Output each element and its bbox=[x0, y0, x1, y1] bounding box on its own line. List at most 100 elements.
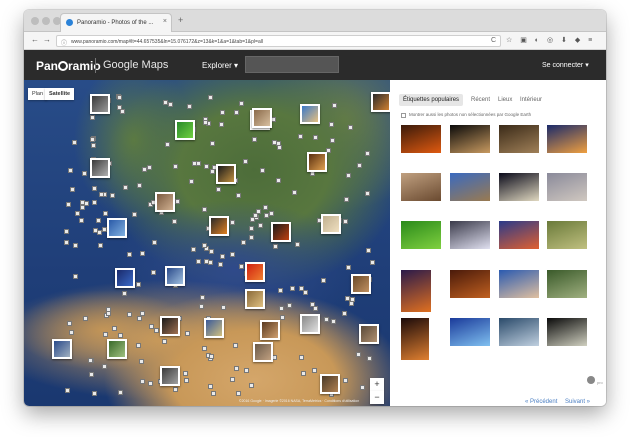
map-photo-thumbnail[interactable] bbox=[307, 152, 327, 172]
photo-marker[interactable] bbox=[101, 363, 107, 369]
photo-marker[interactable] bbox=[66, 201, 72, 207]
map-photo-thumbnail[interactable] bbox=[245, 289, 265, 309]
photo-marker[interactable] bbox=[91, 185, 97, 191]
photo-marker[interactable] bbox=[218, 121, 224, 127]
photo-marker[interactable] bbox=[121, 291, 127, 297]
photo-marker[interactable] bbox=[65, 387, 71, 393]
map-photo-thumbnail[interactable] bbox=[245, 262, 265, 282]
sidebar-photo[interactable] bbox=[547, 270, 587, 298]
map-photo-thumbnail[interactable] bbox=[209, 216, 229, 236]
forward-icon[interactable]: → bbox=[43, 35, 51, 44]
photo-marker[interactable] bbox=[347, 125, 353, 131]
sidebar-photo[interactable] bbox=[401, 173, 441, 201]
photo-marker[interactable] bbox=[153, 328, 159, 334]
photo-marker[interactable] bbox=[139, 359, 145, 365]
sidebar-photo[interactable] bbox=[547, 318, 587, 346]
photo-marker[interactable] bbox=[103, 331, 109, 337]
photo-marker[interactable] bbox=[332, 102, 338, 108]
photo-marker[interactable] bbox=[230, 220, 236, 226]
photo-marker[interactable] bbox=[301, 371, 307, 377]
photo-marker[interactable] bbox=[343, 197, 349, 203]
next-page-link[interactable]: Suivant » bbox=[565, 399, 590, 405]
photo-marker[interactable] bbox=[209, 140, 215, 146]
photo-marker[interactable] bbox=[277, 144, 283, 150]
photo-marker[interactable] bbox=[88, 358, 94, 364]
sidebar-photo[interactable] bbox=[499, 125, 539, 153]
photo-marker[interactable] bbox=[106, 311, 112, 317]
photo-marker[interactable] bbox=[208, 384, 214, 390]
photo-marker[interactable] bbox=[110, 192, 116, 198]
sidebar-photo[interactable] bbox=[547, 173, 587, 201]
photo-marker[interactable] bbox=[75, 210, 81, 216]
photo-marker[interactable] bbox=[173, 387, 179, 393]
photo-marker[interactable] bbox=[80, 204, 86, 210]
close-window-icon[interactable] bbox=[31, 17, 39, 25]
photo-marker[interactable] bbox=[272, 243, 278, 249]
photo-marker[interactable] bbox=[312, 368, 317, 374]
map-photo-thumbnail[interactable] bbox=[320, 374, 340, 394]
photo-marker[interactable] bbox=[136, 343, 142, 349]
sidebar-photo[interactable] bbox=[401, 221, 441, 249]
photo-marker[interactable] bbox=[286, 303, 292, 309]
map-photo-thumbnail[interactable] bbox=[351, 274, 371, 294]
reload-icon[interactable]: C bbox=[491, 37, 496, 44]
photo-marker[interactable] bbox=[211, 391, 217, 397]
sidebar-photo[interactable] bbox=[499, 221, 539, 249]
photo-marker[interactable] bbox=[105, 306, 111, 312]
photo-marker[interactable] bbox=[219, 109, 225, 115]
photo-marker[interactable] bbox=[147, 165, 153, 170]
photo-marker[interactable] bbox=[99, 192, 105, 198]
photo-marker[interactable] bbox=[349, 301, 355, 307]
show-unselected-checkbox[interactable] bbox=[401, 113, 406, 118]
photo-marker[interactable] bbox=[202, 207, 208, 213]
photo-marker[interactable] bbox=[89, 371, 95, 377]
tab-close-icon[interactable]: × bbox=[163, 18, 167, 25]
photo-marker[interactable] bbox=[248, 226, 254, 232]
map-type-satellite-button[interactable]: Satellite bbox=[45, 88, 75, 100]
photo-marker[interactable] bbox=[234, 365, 240, 371]
photo-marker[interactable] bbox=[243, 158, 249, 164]
tab-popular-tags[interactable]: Étiquettes populaires bbox=[399, 94, 464, 106]
sidebar-photo[interactable] bbox=[450, 173, 490, 201]
photo-marker[interactable] bbox=[257, 223, 263, 229]
photo-marker[interactable] bbox=[341, 310, 347, 316]
photo-marker[interactable] bbox=[117, 389, 123, 395]
photo-marker[interactable] bbox=[269, 211, 275, 217]
photo-marker[interactable] bbox=[216, 186, 222, 192]
tab-indoor[interactable]: Intérieur bbox=[520, 94, 542, 106]
photo-marker[interactable] bbox=[208, 248, 214, 254]
photo-marker[interactable] bbox=[260, 168, 266, 174]
photo-marker[interactable] bbox=[357, 162, 363, 168]
photo-marker[interactable] bbox=[209, 353, 215, 359]
photo-marker[interactable] bbox=[220, 304, 226, 310]
explorer-menu[interactable]: Explorer ▾ bbox=[202, 61, 238, 70]
photo-marker[interactable] bbox=[263, 212, 269, 218]
photo-marker[interactable] bbox=[96, 217, 102, 223]
tab-recent[interactable]: Récent bbox=[471, 94, 490, 106]
map-photo-thumbnail[interactable] bbox=[204, 318, 224, 338]
photo-marker[interactable] bbox=[122, 185, 128, 191]
toolbar-icons[interactable]: ☆ ▣ ◐ ◎ ⬇ ◆ ≡ bbox=[506, 36, 595, 44]
sidebar-photo[interactable] bbox=[499, 173, 539, 201]
photo-marker[interactable] bbox=[364, 191, 370, 197]
photo-marker[interactable] bbox=[233, 343, 239, 349]
photo-marker[interactable] bbox=[210, 169, 216, 175]
photo-marker[interactable] bbox=[83, 316, 89, 322]
site-info-icon[interactable]: ⓘ bbox=[61, 38, 67, 46]
zoom-out-button[interactable]: − bbox=[370, 391, 384, 404]
photo-marker[interactable] bbox=[172, 163, 178, 169]
photo-marker[interactable] bbox=[202, 345, 208, 351]
photo-marker[interactable] bbox=[331, 319, 337, 325]
photo-marker[interactable] bbox=[280, 315, 286, 321]
photo-marker[interactable] bbox=[218, 262, 224, 268]
map-photo-thumbnail[interactable] bbox=[160, 316, 180, 336]
map-photo-thumbnail[interactable] bbox=[321, 214, 341, 234]
sidebar-photo[interactable] bbox=[547, 125, 587, 153]
tab-places[interactable]: Lieux bbox=[498, 94, 512, 106]
photo-marker[interactable] bbox=[152, 240, 158, 246]
photo-marker[interactable] bbox=[204, 163, 210, 169]
sidebar-photo[interactable] bbox=[450, 270, 490, 298]
photo-marker[interactable] bbox=[68, 167, 74, 173]
photo-marker[interactable] bbox=[112, 325, 118, 331]
photo-marker[interactable] bbox=[142, 167, 148, 173]
